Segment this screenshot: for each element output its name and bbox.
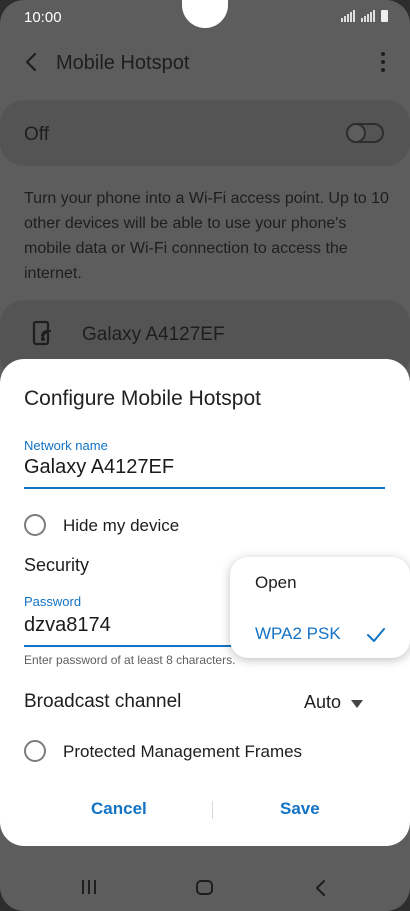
- more-options-icon[interactable]: [380, 52, 386, 72]
- hotspot-description: Turn your phone into a Wi-Fi access poin…: [24, 190, 389, 282]
- pmf-radio[interactable]: [24, 740, 46, 762]
- signal-icon: [341, 10, 355, 22]
- broadcast-channel-label: Broadcast channel: [24, 691, 182, 712]
- password-label: Password: [24, 594, 82, 609]
- password-underline: [24, 645, 256, 647]
- page-title: Mobile Hotspot: [56, 52, 190, 74]
- nav-back-icon[interactable]: [313, 879, 327, 897]
- security-label: Security: [24, 555, 90, 575]
- save-button[interactable]: Save: [280, 799, 320, 819]
- cancel-button[interactable]: Cancel: [91, 799, 147, 819]
- password-helper: Enter password of at least 8 characters.: [24, 653, 236, 667]
- status-icons: [341, 10, 388, 22]
- pmf-label: Protected Management Frames: [63, 742, 303, 761]
- hotspot-toggle[interactable]: [346, 123, 384, 143]
- signal-icon: [361, 10, 375, 22]
- dropdown-arrow-icon[interactable]: [351, 700, 363, 708]
- broadcast-channel-select[interactable]: Auto: [304, 692, 341, 713]
- network-name-underline: [24, 487, 385, 489]
- nav-home-icon[interactable]: [196, 880, 213, 895]
- battery-icon: [381, 10, 388, 22]
- status-time: 10:00: [24, 9, 62, 26]
- check-icon: [367, 628, 385, 642]
- network-name-label: Network name: [24, 438, 108, 453]
- navigation-bar: [0, 862, 410, 911]
- security-dropdown-menu: Open WPA2 PSK: [230, 557, 410, 658]
- switch-label: Off: [24, 124, 49, 145]
- hide-device-radio[interactable]: [24, 514, 46, 536]
- hotspot-icon: [32, 320, 52, 346]
- button-divider: [212, 801, 213, 819]
- security-option-open[interactable]: Open: [255, 573, 297, 593]
- network-name-text: Galaxy A4127EF: [82, 324, 225, 345]
- toggle-knob: [346, 123, 366, 143]
- security-option-wpa2-psk[interactable]: WPA2 PSK: [255, 624, 341, 644]
- phone-screen: 10:00 Mobile Hotspot Off Turn your phone…: [0, 0, 410, 911]
- hotspot-switch-row[interactable]: Off: [0, 100, 410, 166]
- password-input[interactable]: dzva8174: [24, 614, 111, 637]
- dialog-title: Configure Mobile Hotspot: [24, 387, 261, 410]
- app-bar: Mobile Hotspot: [0, 40, 410, 88]
- nav-recents-icon[interactable]: [82, 880, 96, 894]
- network-name-input[interactable]: Galaxy A4127EF: [24, 456, 174, 479]
- back-icon[interactable]: [20, 50, 44, 74]
- hide-device-label: Hide my device: [63, 516, 180, 535]
